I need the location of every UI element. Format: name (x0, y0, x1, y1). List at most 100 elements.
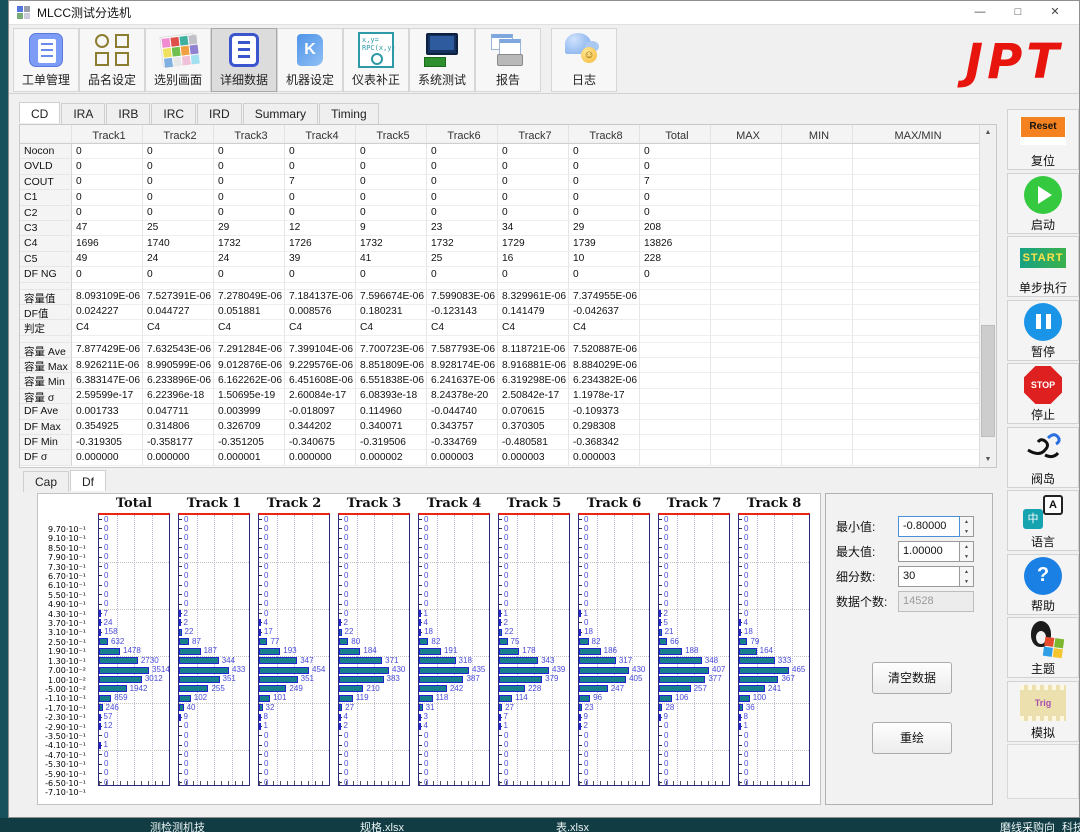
axis-tick (99, 519, 102, 520)
histogram-bin: 2 (579, 722, 649, 731)
histogram-bin: 0 (179, 543, 249, 552)
tab-cd[interactable]: CD (19, 102, 60, 123)
clear-data-button[interactable]: 清空数据 (872, 662, 952, 694)
table-scrollbar[interactable]: ▲ ▼ (979, 125, 996, 467)
sidebar-button-help[interactable]: ? 帮助 (1007, 554, 1079, 615)
bins-spinner[interactable]: ▲▼ (960, 566, 974, 587)
histogram-bin: 0 (99, 581, 169, 590)
tab-summary[interactable]: Summary (243, 103, 318, 124)
table-header-cell: MIN (782, 125, 853, 143)
bar-value-label: 257 (694, 685, 707, 693)
toolbar-button-detail-data[interactable]: 详细数据 (211, 28, 277, 92)
bar-value-label: 18 (424, 628, 433, 636)
row-label: DF值 (20, 305, 72, 320)
histogram-bin: 0 (499, 524, 569, 533)
histogram-bin: 0 (99, 760, 169, 769)
chart-title: Track 1 (178, 494, 250, 513)
histogram-bin: 2 (339, 722, 409, 731)
table-cell: 47 (72, 221, 143, 236)
sidebar-button-simulate[interactable]: Trig 模拟 (1007, 681, 1079, 742)
tab-ird[interactable]: IRD (197, 103, 242, 124)
tab-ira[interactable]: IRA (61, 103, 105, 124)
scroll-up-icon[interactable]: ▲ (980, 125, 996, 140)
histogram-bar (739, 629, 741, 636)
min-value-input[interactable]: -0.80000 (898, 516, 960, 537)
table-row: DF NG000000000 (20, 267, 980, 282)
app-window: MLCC测试分选机 — □ ✕ 工单管理 品名设定 选别画面 详细数据 (8, 0, 1080, 818)
x-axis-ticks (419, 781, 489, 785)
histogram-bar (659, 714, 661, 721)
bins-input[interactable]: 30 (898, 566, 960, 587)
redraw-button[interactable]: 重绘 (872, 722, 952, 754)
table-cell (498, 283, 569, 290)
histogram-bin: 0 (99, 769, 169, 778)
max-value-spinner[interactable]: ▲▼ (960, 541, 974, 562)
toolbar-button-system-test[interactable]: 系统测试 (409, 28, 475, 92)
subtab-df[interactable]: Df (70, 470, 106, 491)
minimize-button[interactable]: — (963, 1, 997, 24)
maximize-button[interactable]: □ (1001, 1, 1035, 24)
x-axis-ticks (499, 781, 569, 785)
table-cell: 0 (285, 267, 356, 282)
table-cell: -0.340675 (285, 435, 356, 450)
close-button[interactable]: ✕ (1038, 1, 1072, 24)
histogram-bin: 0 (179, 769, 249, 778)
histogram-bar (259, 648, 280, 655)
sidebar-button-stop[interactable]: STOP 停止 (1007, 363, 1079, 424)
table-cell (782, 389, 853, 404)
histogram-bin: 0 (259, 600, 329, 609)
toolbar-button-meter-correction[interactable]: x,y= RPC(x,y) 仪表补正 (343, 28, 409, 92)
tab-irc[interactable]: IRC (151, 103, 196, 124)
scrollbar-thumb[interactable] (981, 325, 995, 437)
toolbar-button-machine-settings[interactable]: K 机器设定 (277, 28, 343, 92)
toolbar-button-sorting-screen[interactable]: 选别画面 (145, 28, 211, 92)
sidebar-button-step[interactable]: START 单步执行 (1007, 236, 1079, 297)
toolbar-button-log[interactable]: ☺ 日志 (551, 28, 617, 92)
tab-irb[interactable]: IRB (106, 103, 150, 124)
bar-value-label: 0 (744, 553, 748, 561)
axis-tick (499, 538, 502, 539)
bar-value-label: 119 (356, 694, 369, 702)
axis-tick (739, 735, 742, 736)
tab-timing[interactable]: Timing (319, 103, 379, 124)
toolbar-button-label: 仪表补正 (344, 71, 408, 88)
axis-tick (579, 566, 582, 567)
bar-value-label: 0 (344, 516, 348, 524)
histogram-track-1: Track 1000000000022228718734443335125510… (178, 494, 250, 804)
table-cell (853, 283, 980, 290)
histogram-bar (739, 676, 778, 683)
histogram-bin: 101 (259, 694, 329, 703)
sidebar-button-theme[interactable]: 主题 (1007, 617, 1079, 678)
toolbar-button-report[interactable]: 报告 (475, 28, 541, 92)
subtab-cap[interactable]: Cap (23, 471, 69, 492)
row-label: 容量 Ave (20, 343, 72, 358)
sidebar-button-start[interactable]: 启动 (1007, 173, 1079, 234)
toolbar-button-product-name[interactable]: 品名设定 (79, 28, 145, 92)
bar-value-label: 106 (675, 694, 688, 702)
histogram-track-5: Track 5000000000012227517834343937922811… (498, 494, 570, 804)
histogram-total: Total00000000007241586321478273035143012… (98, 494, 170, 804)
sidebar-button-language[interactable]: A 中 语言 (1007, 490, 1079, 551)
axis-tick (99, 773, 102, 774)
sidebar-button-reset[interactable]: Reset 复位 (1007, 109, 1079, 170)
row-label: C2 (20, 206, 72, 221)
bar-value-label: 0 (584, 563, 588, 571)
bar-value-label: 1 (504, 610, 508, 618)
histogram-bin: 0 (659, 590, 729, 599)
toolbar: 工单管理 品名设定 选别画面 详细数据 K 机器设定 x,y= (9, 26, 1079, 94)
table-cell (711, 221, 782, 236)
histogram-bin: 387 (419, 675, 489, 684)
histogram-bin: 0 (179, 515, 249, 524)
max-value-input[interactable]: 1.00000 (898, 541, 960, 562)
sidebar-button-valve-island[interactable]: 阀岛 (1007, 427, 1079, 488)
histogram-bar (499, 685, 525, 692)
histogram-bar (339, 629, 342, 636)
toolbar-button-work-order[interactable]: 工单管理 (13, 28, 79, 92)
table-cell: 0 (285, 159, 356, 174)
min-value-spinner[interactable]: ▲▼ (960, 516, 974, 537)
histogram-bin: 0 (579, 750, 649, 759)
histogram-bar (259, 657, 297, 664)
scroll-down-icon[interactable]: ▼ (980, 452, 996, 467)
sidebar-button-pause[interactable]: 暂停 (1007, 300, 1079, 361)
histogram-bin: 1 (499, 722, 569, 731)
